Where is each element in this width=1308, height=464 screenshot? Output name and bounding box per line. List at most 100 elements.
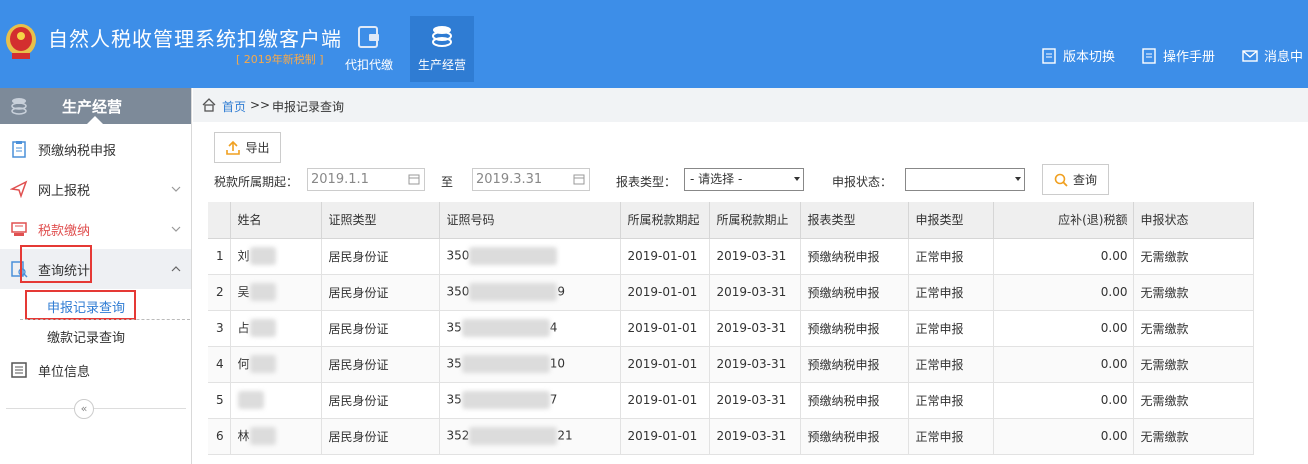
- redacted-blur: [249, 319, 276, 338]
- manual-link[interactable]: 操作手册: [1141, 46, 1215, 65]
- nav-withholding-label: 代扣代缴: [344, 58, 393, 72]
- col-amount[interactable]: 应补(退)税额: [993, 202, 1134, 239]
- table-row[interactable]: 2 吴 居民身份证 350 9 2019-01-01 2019-03-31 预缴纳税申报 正常申…: [208, 274, 1254, 311]
- row-declare-type: 正常申报: [908, 418, 994, 455]
- redacted-blur: [469, 427, 558, 445]
- row-id-number: 35 10: [439, 346, 621, 383]
- col-period-start[interactable]: 所属税款期起: [620, 202, 710, 239]
- row-id-type: 居民身份证: [321, 274, 440, 311]
- breadcrumb: 首页 >> 申报记录查询: [193, 88, 1308, 122]
- redacted-blur: [249, 283, 276, 302]
- sidebar-item-prepay-declare[interactable]: 预缴纳税申报: [0, 129, 191, 169]
- export-button[interactable]: 导出: [214, 132, 281, 163]
- id-prefix: 35: [446, 392, 462, 407]
- query-button[interactable]: 查询: [1042, 164, 1109, 195]
- row-name: 刘: [230, 238, 322, 275]
- message-link[interactable]: 消息中: [1242, 46, 1303, 65]
- report-type-label: 报表类型：: [616, 175, 677, 189]
- status-select[interactable]: [905, 168, 1025, 191]
- app-subtitle: [ 2019年新税制 ]: [236, 53, 324, 66]
- id-prefix: 35: [446, 356, 462, 371]
- export-label: 导出: [245, 141, 270, 155]
- nav-business[interactable]: 生产经营: [410, 16, 474, 82]
- app-title: 自然人税收管理系统扣缴客户端: [48, 27, 342, 51]
- row-id-type: 居民身份证: [321, 382, 440, 419]
- row-status: 无需缴款: [1133, 310, 1254, 347]
- sidebar-item-online-tax[interactable]: 网上报税: [0, 169, 191, 209]
- dropdown-arrow-icon: [794, 177, 800, 181]
- row-id-number: 35 7: [439, 382, 621, 419]
- id-prefix: 350: [446, 284, 470, 299]
- message-label: 消息中: [1264, 50, 1304, 65]
- row-period-start: 2019-01-01: [620, 238, 710, 275]
- version-switch-link[interactable]: 版本切换: [1041, 46, 1115, 65]
- collapse-sidebar-button[interactable]: «: [74, 399, 94, 419]
- cash-register-icon: [11, 222, 27, 236]
- col-name[interactable]: 姓名: [230, 202, 322, 239]
- row-declare-type: 正常申报: [908, 346, 994, 383]
- redacted-blur: [469, 247, 558, 265]
- divider: [6, 408, 186, 409]
- wallet-icon: [358, 26, 379, 48]
- manual-icon: [1142, 47, 1156, 64]
- breadcrumb-home-link[interactable]: 首页: [222, 98, 246, 115]
- sidebar-subitem-payment-record[interactable]: 缴款记录查询: [0, 320, 191, 350]
- sidebar-item-label: 网上报税: [38, 183, 91, 199]
- col-period-end[interactable]: 所属税款期止: [709, 202, 801, 239]
- row-report-type: 预缴纳税申报: [800, 238, 909, 275]
- row-index: 1: [208, 238, 231, 275]
- home-icon: [202, 98, 216, 112]
- period-to-label: 至: [441, 175, 454, 189]
- table-row[interactable]: 1 刘 居民身份证 350 2019-01-01 2019-03-31 预缴纳税申报 正常申报…: [208, 238, 1254, 275]
- table-row[interactable]: 4 何 居民身份证 35 10 2019-01-01 2019-03-31 预缴纳税申报 正常申…: [208, 346, 1254, 383]
- row-report-type: 预缴纳税申报: [800, 310, 909, 347]
- table-row[interactable]: 6 林 居民身份证 352 21 2019-01-01 2019-03-31 预缴纳税申报 正常…: [208, 418, 1254, 455]
- row-id-type: 居民身份证: [321, 238, 440, 275]
- col-report-type[interactable]: 报表类型: [800, 202, 909, 239]
- id-prefix: 352: [446, 428, 470, 443]
- name-initial: 吴: [237, 284, 250, 299]
- col-id-type[interactable]: 证照类型: [321, 202, 440, 239]
- row-report-type: 预缴纳税申报: [800, 382, 909, 419]
- coins-icon: [432, 26, 452, 47]
- row-period-end: 2019-03-31: [709, 310, 801, 347]
- row-index: 6: [208, 418, 231, 455]
- sidebar-header: 生产经营: [0, 88, 191, 125]
- col-id-number[interactable]: 证照号码: [439, 202, 621, 239]
- row-status: 无需缴款: [1133, 382, 1254, 419]
- period-end-input[interactable]: 2019.3.31: [472, 168, 590, 191]
- row-index: 3: [208, 310, 231, 347]
- row-amount: 0.00: [993, 418, 1134, 455]
- row-period-start: 2019-01-01: [620, 274, 710, 311]
- period-start-input[interactable]: 2019.1.1: [307, 168, 425, 191]
- sidebar-item-tax-payment[interactable]: 税款缴纳: [0, 209, 191, 249]
- nav-withholding[interactable]: 代扣代缴: [337, 16, 401, 82]
- col-declare-type[interactable]: 申报类型: [908, 202, 994, 239]
- sidebar-item-label: 单位信息: [38, 364, 91, 380]
- row-id-type: 居民身份证: [321, 310, 440, 347]
- row-name: 吴: [230, 274, 322, 311]
- row-id-number: 352 21: [439, 418, 621, 455]
- table-row[interactable]: 5 居民身份证 35 7 2019-01-01 2019-03-31 预缴纳税申报 正常申报 0…: [208, 382, 1254, 419]
- report-type-select[interactable]: - 请选择 -: [684, 168, 804, 191]
- row-period-end: 2019-03-31: [709, 418, 801, 455]
- id-suffix: 21: [557, 428, 573, 443]
- row-period-end: 2019-03-31: [709, 274, 801, 311]
- chevron-down-icon: [171, 226, 181, 232]
- id-suffix: 10: [549, 356, 566, 371]
- search-icon: [1054, 173, 1068, 187]
- col-status[interactable]: 申报状态: [1133, 202, 1254, 239]
- name-initial: 何: [237, 356, 250, 371]
- row-status: 无需缴款: [1133, 346, 1254, 383]
- row-period-end: 2019-03-31: [709, 238, 801, 275]
- row-period-end: 2019-03-31: [709, 346, 801, 383]
- row-id-type: 居民身份证: [321, 418, 440, 455]
- sidebar-item-unit-info[interactable]: 单位信息: [0, 350, 191, 390]
- table-row[interactable]: 3 占 居民身份证 35 4 2019-01-01 2019-03-31 预缴纳税申报 正常申报…: [208, 310, 1254, 347]
- row-id-number: 350: [439, 238, 621, 275]
- breadcrumb-current: 申报记录查询: [272, 100, 345, 114]
- period-start-label: 税款所属期起：: [214, 175, 299, 189]
- send-icon: [10, 180, 28, 198]
- list-icon: [11, 362, 27, 378]
- redacted-blur: [461, 355, 550, 373]
